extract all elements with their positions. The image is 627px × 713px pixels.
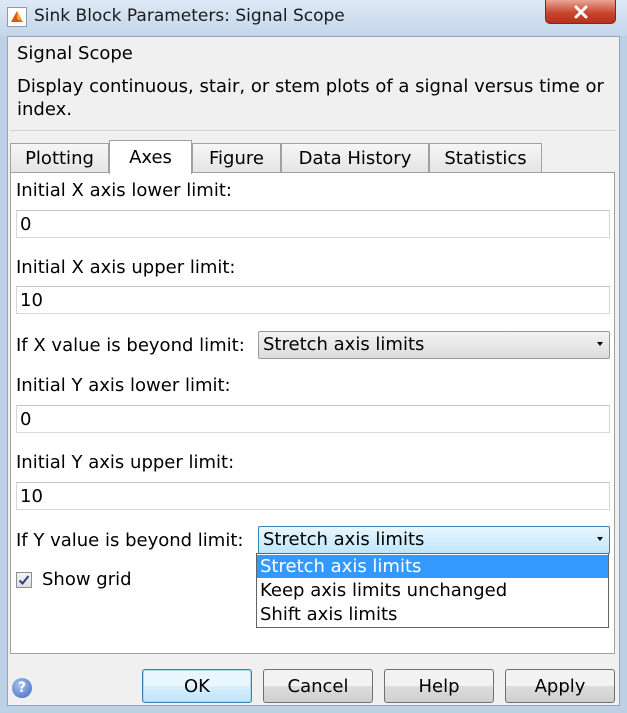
- dropdown-option-stretch[interactable]: Stretch axis limits: [257, 555, 608, 578]
- x-beyond-limit-label: If X value is beyond limit:: [16, 335, 245, 356]
- y-beyond-limit-select[interactable]: Stretch axis limits: [258, 526, 610, 554]
- divider: [10, 130, 616, 131]
- simulink-block-icon: [7, 7, 27, 27]
- tab-data-history[interactable]: Data History: [281, 143, 429, 173]
- help-icon[interactable]: ?: [12, 678, 32, 698]
- cancel-button[interactable]: Cancel: [263, 669, 373, 703]
- tab-statistics[interactable]: Statistics: [429, 143, 542, 173]
- button-bar: ? OK Cancel Help Apply: [8, 665, 619, 705]
- y-lower-limit-input[interactable]: [16, 405, 610, 433]
- tab-figure[interactable]: Figure: [192, 143, 281, 173]
- tab-plotting[interactable]: Plotting: [10, 143, 109, 173]
- dropdown-option-shift[interactable]: Shift axis limits: [257, 603, 608, 626]
- x-lower-limit-input[interactable]: [16, 210, 610, 238]
- checkmark-icon: [18, 574, 30, 585]
- group-title: Signal Scope: [17, 43, 133, 64]
- show-grid-row[interactable]: Show grid: [16, 569, 132, 590]
- help-button[interactable]: Help: [384, 669, 494, 703]
- chevron-down-icon: [597, 342, 603, 346]
- x-beyond-limit-value: Stretch axis limits: [263, 334, 425, 355]
- y-beyond-limit-value: Stretch axis limits: [263, 529, 425, 550]
- group-description: Display continuous, stair, or stem plots…: [17, 76, 604, 120]
- x-lower-limit-label: Initial X axis lower limit:: [16, 180, 232, 201]
- x-upper-limit-input[interactable]: [16, 286, 610, 314]
- dropdown-option-keep[interactable]: Keep axis limits unchanged: [257, 579, 608, 602]
- y-lower-limit-label: Initial Y axis lower limit:: [16, 375, 231, 396]
- window-title: Sink Block Parameters: Signal Scope: [34, 6, 345, 26]
- x-upper-limit-label: Initial X axis upper limit:: [16, 257, 236, 278]
- show-grid-label: Show grid: [42, 569, 132, 590]
- chevron-down-icon: [597, 537, 603, 541]
- show-grid-checkbox[interactable]: [16, 571, 32, 588]
- y-beyond-limit-dropdown-list: Stretch axis limits Keep axis limits unc…: [256, 553, 609, 628]
- close-button[interactable]: [545, 0, 616, 24]
- y-beyond-limit-label: If Y value is beyond limit:: [16, 530, 244, 551]
- y-upper-limit-input[interactable]: [16, 482, 610, 510]
- tab-axes[interactable]: Axes: [109, 140, 192, 174]
- description-group: Signal Scope Display continuous, stair, …: [8, 37, 619, 129]
- y-upper-limit-label: Initial Y axis upper limit:: [16, 452, 235, 473]
- x-beyond-limit-select[interactable]: Stretch axis limits: [258, 331, 610, 359]
- close-icon: [574, 5, 587, 18]
- tab-strip: Plotting Axes Figure Data History Statis…: [8, 140, 619, 174]
- apply-button[interactable]: Apply: [505, 669, 615, 703]
- ok-button[interactable]: OK: [142, 669, 252, 703]
- title-bar: Sink Block Parameters: Signal Scope: [0, 0, 627, 36]
